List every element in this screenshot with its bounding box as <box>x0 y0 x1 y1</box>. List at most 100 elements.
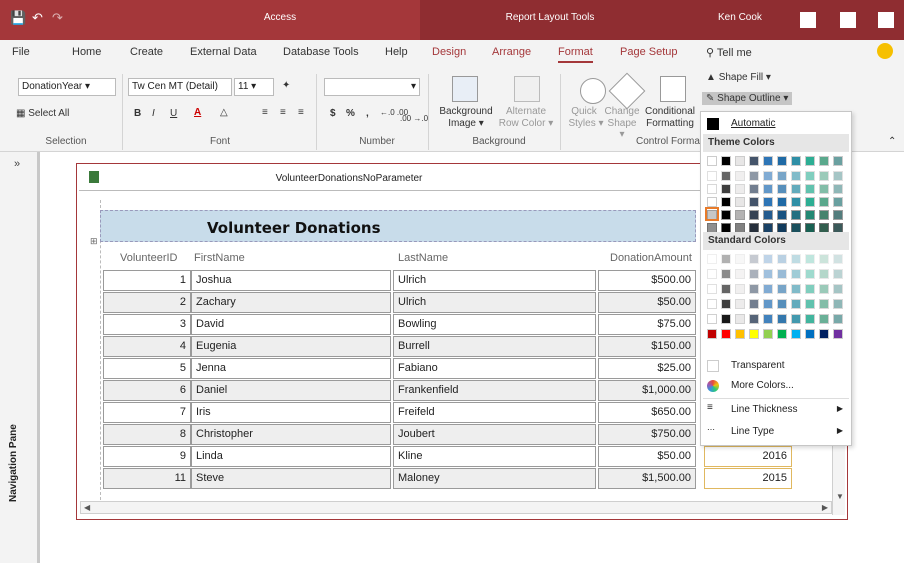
standard-color-swatch[interactable] <box>833 329 843 339</box>
shape-outline-button[interactable]: ✎ Shape Outline ▾ <box>702 92 793 105</box>
theme-color-swatch[interactable] <box>833 156 843 166</box>
quick-styles-icon[interactable] <box>580 78 606 104</box>
cell-firstname[interactable]: Iris <box>191 402 391 423</box>
standard-color-swatch[interactable] <box>819 329 829 339</box>
theme-color-swatch[interactable] <box>735 171 745 181</box>
theme-color-swatch[interactable] <box>763 210 773 220</box>
tint-color-swatch[interactable] <box>763 254 773 264</box>
tint-color-swatch[interactable] <box>721 284 731 294</box>
col-header-lastname[interactable]: LastName <box>398 252 448 264</box>
theme-color-swatch[interactable] <box>777 210 787 220</box>
theme-color-swatch[interactable] <box>805 210 815 220</box>
theme-color-swatch[interactable] <box>819 184 829 194</box>
comma-button[interactable]: , <box>366 108 369 119</box>
tab-design[interactable]: Design <box>432 46 466 58</box>
cell-firstname[interactable]: Christopher <box>191 424 391 445</box>
theme-color-swatch[interactable] <box>707 184 717 194</box>
italic-button[interactable]: I <box>152 108 155 119</box>
theme-color-swatch[interactable] <box>805 171 815 181</box>
cell-lastname[interactable]: Frankenfield <box>393 380 596 401</box>
theme-color-swatch[interactable] <box>791 184 801 194</box>
theme-color-swatch[interactable] <box>833 171 843 181</box>
tab-help[interactable]: Help <box>385 46 408 58</box>
theme-color-swatch[interactable] <box>819 171 829 181</box>
cell-lastname[interactable]: Freifeld <box>393 402 596 423</box>
tab-arrange[interactable]: Arrange <box>492 46 531 58</box>
cell-firstname[interactable]: David <box>191 314 391 335</box>
cell-lastname[interactable]: Maloney <box>393 468 596 489</box>
cell-volunteerid[interactable]: 3 <box>103 314 191 335</box>
theme-color-swatch[interactable] <box>833 197 843 207</box>
theme-color-swatch[interactable] <box>749 156 759 166</box>
cell-lastname[interactable]: Burrell <box>393 336 596 357</box>
standard-color-swatch[interactable] <box>735 329 745 339</box>
fill-color-icon[interactable]: △ <box>220 107 228 118</box>
theme-color-swatch[interactable] <box>777 184 787 194</box>
expand-nav-icon[interactable]: » <box>14 158 20 170</box>
cell-donationamount[interactable]: $650.00 <box>598 402 696 423</box>
tint-color-swatch[interactable] <box>763 299 773 309</box>
collapse-ribbon-icon[interactable]: ⌃ <box>888 136 896 147</box>
tint-color-swatch[interactable] <box>791 254 801 264</box>
cell-lastname[interactable]: Kline <box>393 446 596 467</box>
tab-page-setup[interactable]: Page Setup <box>620 46 678 58</box>
theme-color-swatch[interactable] <box>777 197 787 207</box>
ribbon-display-options-icon[interactable] <box>800 12 816 28</box>
tint-color-swatch[interactable] <box>735 284 745 294</box>
theme-color-swatch[interactable] <box>833 210 843 220</box>
standard-color-swatch[interactable] <box>805 329 815 339</box>
theme-color-swatch[interactable] <box>721 184 731 194</box>
tint-color-swatch[interactable] <box>777 284 787 294</box>
maximize-icon[interactable] <box>878 12 894 28</box>
redo-icon[interactable]: ↷ <box>52 10 63 26</box>
cell-lastname[interactable]: Joubert <box>393 424 596 445</box>
theme-color-swatch[interactable] <box>707 197 717 207</box>
tint-color-swatch[interactable] <box>805 254 815 264</box>
tint-color-swatch[interactable] <box>805 269 815 279</box>
tint-color-swatch[interactable] <box>819 269 829 279</box>
cell-volunteerid[interactable]: 5 <box>103 358 191 379</box>
theme-color-swatch[interactable] <box>721 171 731 181</box>
cell-firstname[interactable]: Linda <box>191 446 391 467</box>
tint-color-swatch[interactable] <box>721 314 731 324</box>
cell-donationamount[interactable]: $150.00 <box>598 336 696 357</box>
standard-color-swatch[interactable] <box>777 329 787 339</box>
theme-color-swatch[interactable] <box>791 210 801 220</box>
cell-firstname[interactable]: Zachary <box>191 292 391 313</box>
cell-firstname[interactable]: Daniel <box>191 380 391 401</box>
standard-color-swatch[interactable] <box>707 329 717 339</box>
tint-color-swatch[interactable] <box>791 314 801 324</box>
tint-color-swatch[interactable] <box>833 299 843 309</box>
col-header-firstname[interactable]: FirstName <box>194 252 245 264</box>
cell-volunteerid[interactable]: 2 <box>103 292 191 313</box>
cell-donationamount[interactable]: $50.00 <box>598 292 696 313</box>
tint-color-swatch[interactable] <box>735 269 745 279</box>
theme-color-swatch[interactable] <box>763 171 773 181</box>
align-left-icon[interactable]: ≡ <box>262 107 268 118</box>
standard-color-swatch[interactable] <box>749 329 759 339</box>
quick-styles-label-2[interactable]: Styles ▾ <box>566 118 606 129</box>
tint-color-swatch[interactable] <box>749 299 759 309</box>
alternate-row-color-label[interactable]: Alternate <box>496 106 556 117</box>
tab-database-tools[interactable]: Database Tools <box>283 46 359 58</box>
tint-color-swatch[interactable] <box>805 299 815 309</box>
cell-firstname[interactable]: Eugenia <box>191 336 391 357</box>
tint-color-swatch[interactable] <box>721 299 731 309</box>
tint-color-swatch[interactable] <box>819 299 829 309</box>
line-type-option[interactable]: ⋯ Line Type ▶ <box>701 422 851 442</box>
cell-donationamount[interactable]: $75.00 <box>598 314 696 335</box>
cell-volunteerid[interactable]: 6 <box>103 380 191 401</box>
feedback-smiley-icon[interactable] <box>877 43 893 59</box>
tab-format[interactable]: Format <box>558 46 593 63</box>
standard-color-swatch[interactable] <box>721 329 731 339</box>
tint-color-swatch[interactable] <box>791 299 801 309</box>
cell-lastname[interactable]: Ulrich <box>393 292 596 313</box>
align-center-icon[interactable]: ≡ <box>280 107 286 118</box>
tint-color-swatch[interactable] <box>805 314 815 324</box>
theme-color-swatch[interactable] <box>819 197 829 207</box>
conditional-formatting-label-2[interactable]: Formatting <box>640 118 700 129</box>
cell-volunteerid[interactable]: 7 <box>103 402 191 423</box>
tint-color-swatch[interactable] <box>763 314 773 324</box>
alternate-row-color-icon[interactable] <box>514 76 540 102</box>
scroll-right-icon[interactable]: ▶ <box>822 503 828 512</box>
